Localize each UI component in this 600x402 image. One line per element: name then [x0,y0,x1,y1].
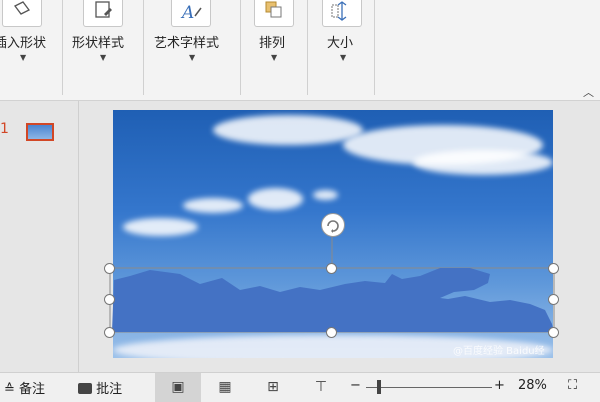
notes-button[interactable]: ≙ 备注 [4,378,45,397]
mountain-shape [112,268,554,332]
status-bar: ≙ 备注 批注 ▣ ▦ ⊞ ⊤ − + 28% ⛶ [0,372,600,402]
comments-button[interactable]: 批注 [78,378,122,397]
reading-view-icon[interactable]: ⊞ [250,373,296,402]
fit-to-window-icon[interactable]: ⛶ [568,378,577,393]
resize-handle-top[interactable] [326,263,337,274]
resize-handle-right[interactable] [548,294,559,305]
normal-view-icon[interactable]: ▣ [155,373,201,402]
freeform-shape[interactable] [0,0,600,372]
comments-label: 批注 [96,382,123,397]
zoom-out-button[interactable]: − [350,378,361,393]
comment-icon [78,383,92,394]
slide-sorter-view-icon[interactable]: ▦ [202,373,248,402]
resize-handle-top-left[interactable] [104,263,115,274]
slideshow-view-icon[interactable]: ⊤ [298,373,344,402]
zoom-slider[interactable] [366,387,492,388]
notes-label: 备注 [19,382,46,397]
notes-icon: ≙ [4,382,15,397]
resize-handle-bottom-right[interactable] [548,327,559,338]
resize-handle-top-right[interactable] [548,263,559,274]
resize-handle-bottom-left[interactable] [104,327,115,338]
zoom-in-button[interactable]: + [494,378,505,393]
resize-handle-left[interactable] [104,294,115,305]
rotate-handle-icon[interactable] [321,213,345,237]
zoom-level[interactable]: 28% [518,378,547,393]
resize-handle-bottom[interactable] [326,327,337,338]
zoom-slider-thumb[interactable] [377,380,381,394]
